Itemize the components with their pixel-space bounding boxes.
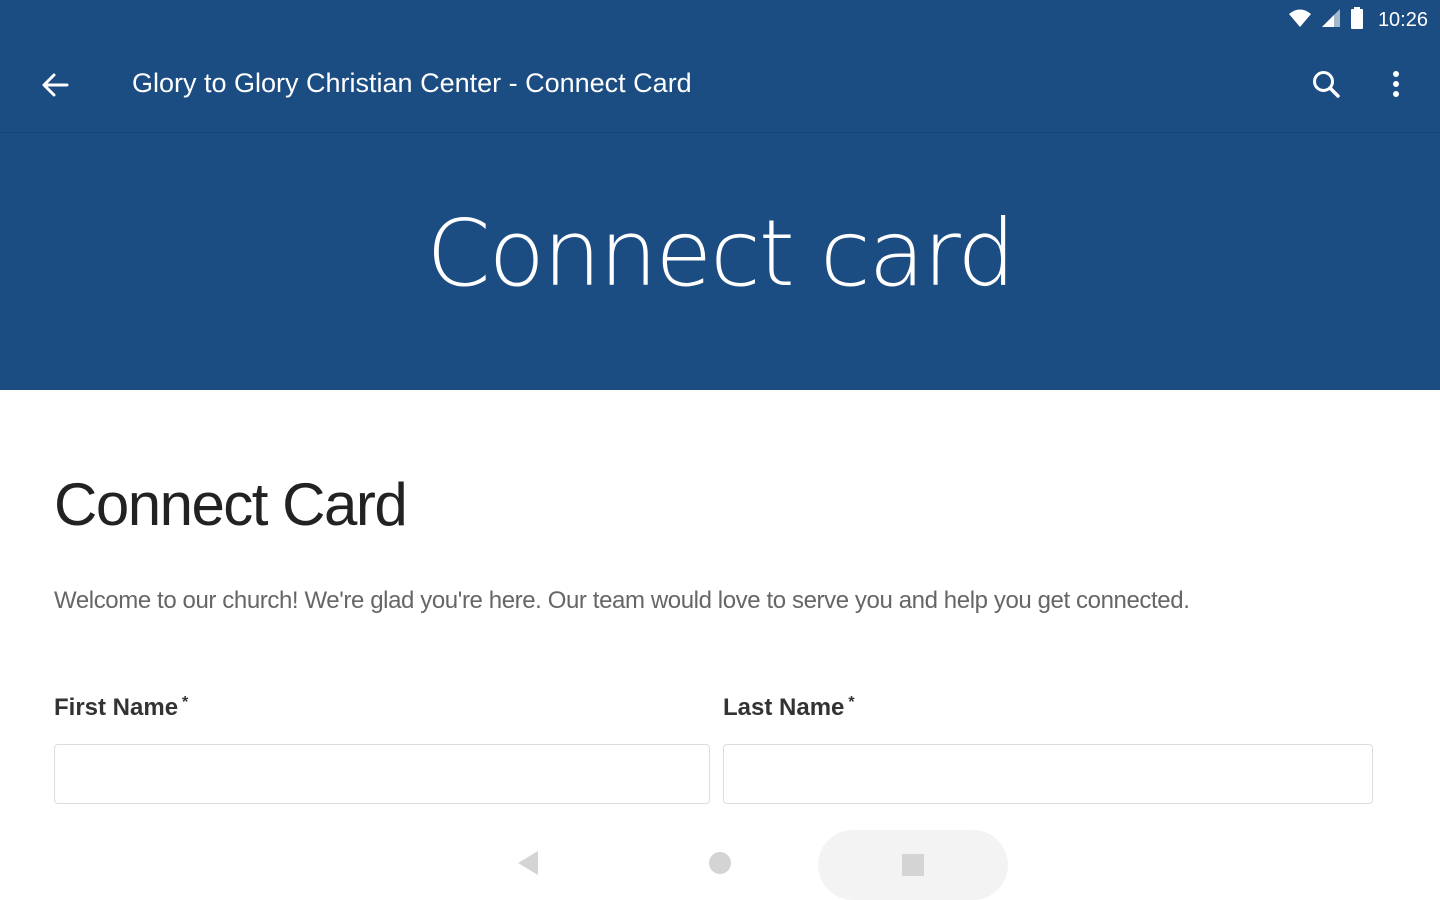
required-mark: *: [182, 694, 189, 711]
app-bar: Glory to Glory Christian Center - Connec…: [0, 40, 1440, 133]
nav-back-button[interactable]: [500, 840, 556, 890]
first-name-field: First Name *: [54, 694, 710, 804]
app-bar-title: Glory to Glory Christian Center - Connec…: [132, 68, 692, 98]
search-button[interactable]: [1304, 64, 1348, 108]
search-icon: [1311, 69, 1341, 104]
cell-signal-icon: [1320, 8, 1342, 33]
last-name-input[interactable]: [723, 744, 1373, 804]
more-options-button[interactable]: [1376, 64, 1416, 108]
nav-home-icon: [707, 850, 733, 881]
status-bar: 10:26: [0, 0, 1440, 40]
last-name-field: Last Name *: [723, 694, 1373, 804]
main-content: Connect Card Welcome to our church! We'r…: [54, 470, 1374, 804]
back-button[interactable]: [34, 66, 76, 108]
hero-title: Connect card: [426, 200, 1015, 307]
more-vert-icon: [1392, 70, 1400, 103]
nav-home-button[interactable]: [694, 840, 746, 890]
intro-text: Welcome to our church! We're glad you're…: [54, 587, 1190, 614]
first-name-input[interactable]: [54, 744, 710, 804]
last-name-label: Last Name *: [723, 694, 855, 721]
first-name-label: First Name *: [54, 694, 189, 721]
system-nav-bar: [0, 830, 1440, 900]
arrow-back-icon: [41, 71, 69, 104]
required-mark: *: [848, 694, 855, 711]
header-banner: 10:26 Glory to Glory Christian Center - …: [0, 0, 1440, 390]
nav-back-icon: [516, 849, 540, 882]
nav-recents-icon: [902, 854, 924, 881]
wifi-icon: [1288, 8, 1312, 33]
page-title: Connect Card: [54, 471, 408, 538]
battery-icon: [1350, 6, 1364, 34]
nav-recents-button[interactable]: [818, 830, 1008, 900]
status-time: 10:26: [1377, 8, 1428, 31]
status-icons: 10:26: [1288, 6, 1428, 34]
